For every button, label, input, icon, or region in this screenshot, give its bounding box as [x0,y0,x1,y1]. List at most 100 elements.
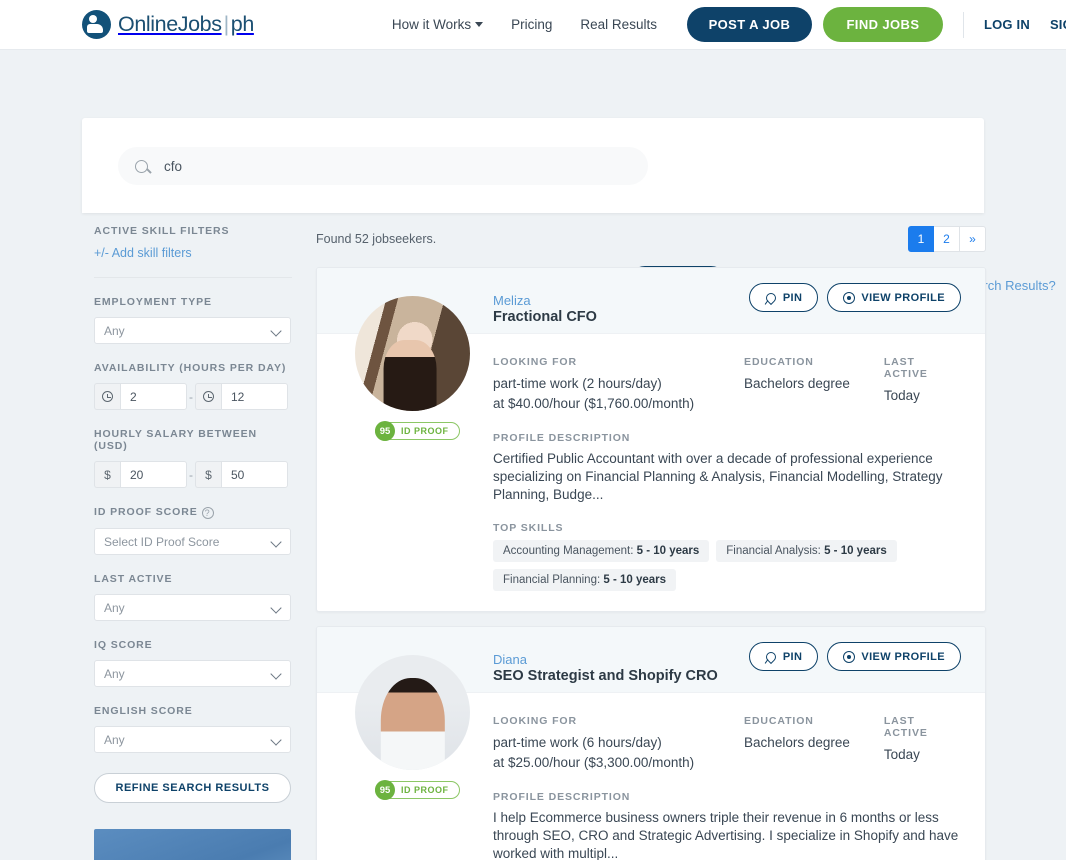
id-proof-score-value: Select ID Proof Score [104,534,220,549]
iq-score-group: IQ SCORE Any [94,639,292,687]
availability-range: - [94,383,292,410]
last-active-select[interactable]: Any [94,594,291,621]
chevron-down-icon [270,668,282,680]
question-mark-icon[interactable]: ? [201,507,214,519]
profile-description-text: I help Ecommerce business owners triple … [493,810,959,860]
pagination-page-1[interactable]: 1 [908,226,934,252]
looking-for-label: LOOKING FOR [493,356,577,368]
meta-row: LOOKING FOR part-time work (2 hours/day)… [493,356,961,414]
skill-years: 5 - 10 years [603,574,667,586]
search-field[interactable] [118,147,648,185]
id-proof-score-group: ID PROOF SCORE? Select ID Proof Score [94,506,292,555]
avatar[interactable] [355,296,470,411]
id-proof-score-label: ID PROOF SCORE? [94,506,292,519]
english-score-select[interactable]: Any [94,726,291,753]
employment-type-select[interactable]: Any [94,317,291,344]
results-column: Found 52 jobseekers. 1 2 » 95 ID PROOF M… [316,225,986,860]
pin-button[interactable]: PIN [748,642,819,671]
chevron-down-icon [270,536,282,548]
looking-for-line2: at $25.00/hour ($3,300.00/month) [493,755,695,770]
card-actions: PIN VIEW PROFILE [748,283,961,312]
dollar-icon: $ [94,461,120,488]
nav-item-pricing[interactable]: Pricing [497,0,566,50]
id-proof-badge: 95 ID PROOF [375,780,460,800]
site-logo[interactable]: OnlineJobs|ph [82,10,254,39]
logo-text: OnlineJobs|ph [118,12,254,37]
jobseeker-card-header: 95 ID PROOF Diana SEO Strategist and Sho… [317,627,985,800]
avatar[interactable] [355,655,470,770]
nav-item-how-it-works[interactable]: How it Works [378,0,497,50]
pagination-page-2[interactable]: 2 [934,226,960,252]
login-link[interactable]: LOG IN [984,17,1030,32]
pin-button[interactable]: PIN [748,283,819,312]
pin-icon [765,292,777,304]
availability-label: AVAILABILITY (HOURS PER DAY) [94,362,287,374]
search-panel: SEARCH Better Search Results? [82,118,1056,302]
clock-icon [195,383,221,410]
results-header: Found 52 jobseekers. 1 2 » [316,225,986,253]
last-active-block: LAST ACTIVE Today [884,356,961,414]
skill-tag: Accounting Management: 5 - 10 years [493,540,710,562]
chevron-down-icon [270,325,282,337]
profile-description-block: PROFILE DESCRIPTION Certified Public Acc… [493,432,961,504]
jobseeker-card: 95 ID PROOF Diana SEO Strategist and Sho… [316,626,986,860]
top-skills-label: TOP SKILLS [493,522,564,534]
view-profile-button[interactable]: VIEW PROFILE [827,283,961,312]
signup-link[interactable]: SIGN UP [1050,17,1066,32]
availability-separator: - [189,389,193,404]
last-active-value: Today [883,747,920,762]
post-a-job-button[interactable]: POST A JOB [686,7,812,42]
chevron-down-icon [475,22,484,28]
main-navigation: How it Works Pricing Real Results POST A… [378,0,1066,50]
results-count: Found 52 jobseekers. [316,232,437,246]
hourly-salary-group: HOURLY SALARY BETWEEN (USD) $ - $ [94,428,292,488]
find-jobs-button[interactable]: FIND JOBS [822,7,943,42]
nav-item-real-results[interactable]: Real Results [566,0,671,50]
refine-search-results-button[interactable]: REFINE SEARCH RESULTS [94,773,291,803]
pagination-next-button[interactable]: » [960,226,986,252]
iq-score-select[interactable]: Any [94,660,291,687]
logo-text-main: OnlineJobs [118,12,222,36]
pin-button-label: PIN [782,650,803,663]
view-profile-button[interactable]: VIEW PROFILE [827,642,961,671]
last-active-label: LAST ACTIVE [94,573,173,585]
looking-for-line1: part-time work (6 hours/day) [493,735,662,750]
onlinejobs-logo-icon [82,10,111,39]
looking-for-block: LOOKING FOR part-time work (6 hours/day)… [493,715,744,773]
page-root: OnlineJobs|ph How it Works Pricing Real … [0,0,1066,860]
availability-max-input[interactable] [221,383,288,410]
salary-max-input[interactable] [221,461,288,488]
chevron-down-icon [270,602,282,614]
hourly-salary-range: $ - $ [94,461,292,488]
english-score-group: ENGLISH SCORE Any [94,705,292,753]
skill-years: 5 - 10 years [636,545,700,557]
jobseeker-card: 95 ID PROOF Meliza Fractional CFO PIN VI… [316,267,986,612]
english-score-label: ENGLISH SCORE [94,705,193,717]
search-input[interactable] [164,158,648,174]
salary-max-group: $ [195,461,288,488]
skill-tag: Financial Planning: 5 - 10 years [493,569,677,591]
education-block: EDUCATION Bachelors degree [744,715,884,773]
availability-group: AVAILABILITY (HOURS PER DAY) - [94,362,292,410]
profile-description-text: Certified Public Accountant with over a … [493,451,943,502]
id-proof-score-select[interactable]: Select ID Proof Score [94,528,291,555]
profile-description-label: PROFILE DESCRIPTION [493,791,631,803]
education-block: EDUCATION Bachelors degree [744,356,884,414]
sidebar-promo-banner[interactable] [94,829,291,860]
add-skill-filters-link[interactable]: +/- Add skill filters [94,246,292,260]
availability-min-input[interactable] [120,383,187,410]
id-proof-score-value: 95 [375,421,395,441]
salary-min-input[interactable] [120,461,187,488]
jobseeker-name-link[interactable]: Meliza [493,293,531,308]
skill-tag: Financial Analysis: 5 - 10 years [716,540,897,562]
salary-min-group: $ [94,461,187,488]
profile-description-label: PROFILE DESCRIPTION [493,432,631,444]
employment-type-label: EMPLOYMENT TYPE [94,296,212,308]
eye-icon [843,650,856,663]
id-proof-score-label-text: ID PROOF SCORE [94,506,198,518]
jobseeker-name-link[interactable]: Diana [493,652,527,667]
search-icon [118,159,164,173]
looking-for-label: LOOKING FOR [493,715,577,727]
nav-divider [962,11,964,38]
last-active-label: LAST ACTIVE [883,715,928,739]
